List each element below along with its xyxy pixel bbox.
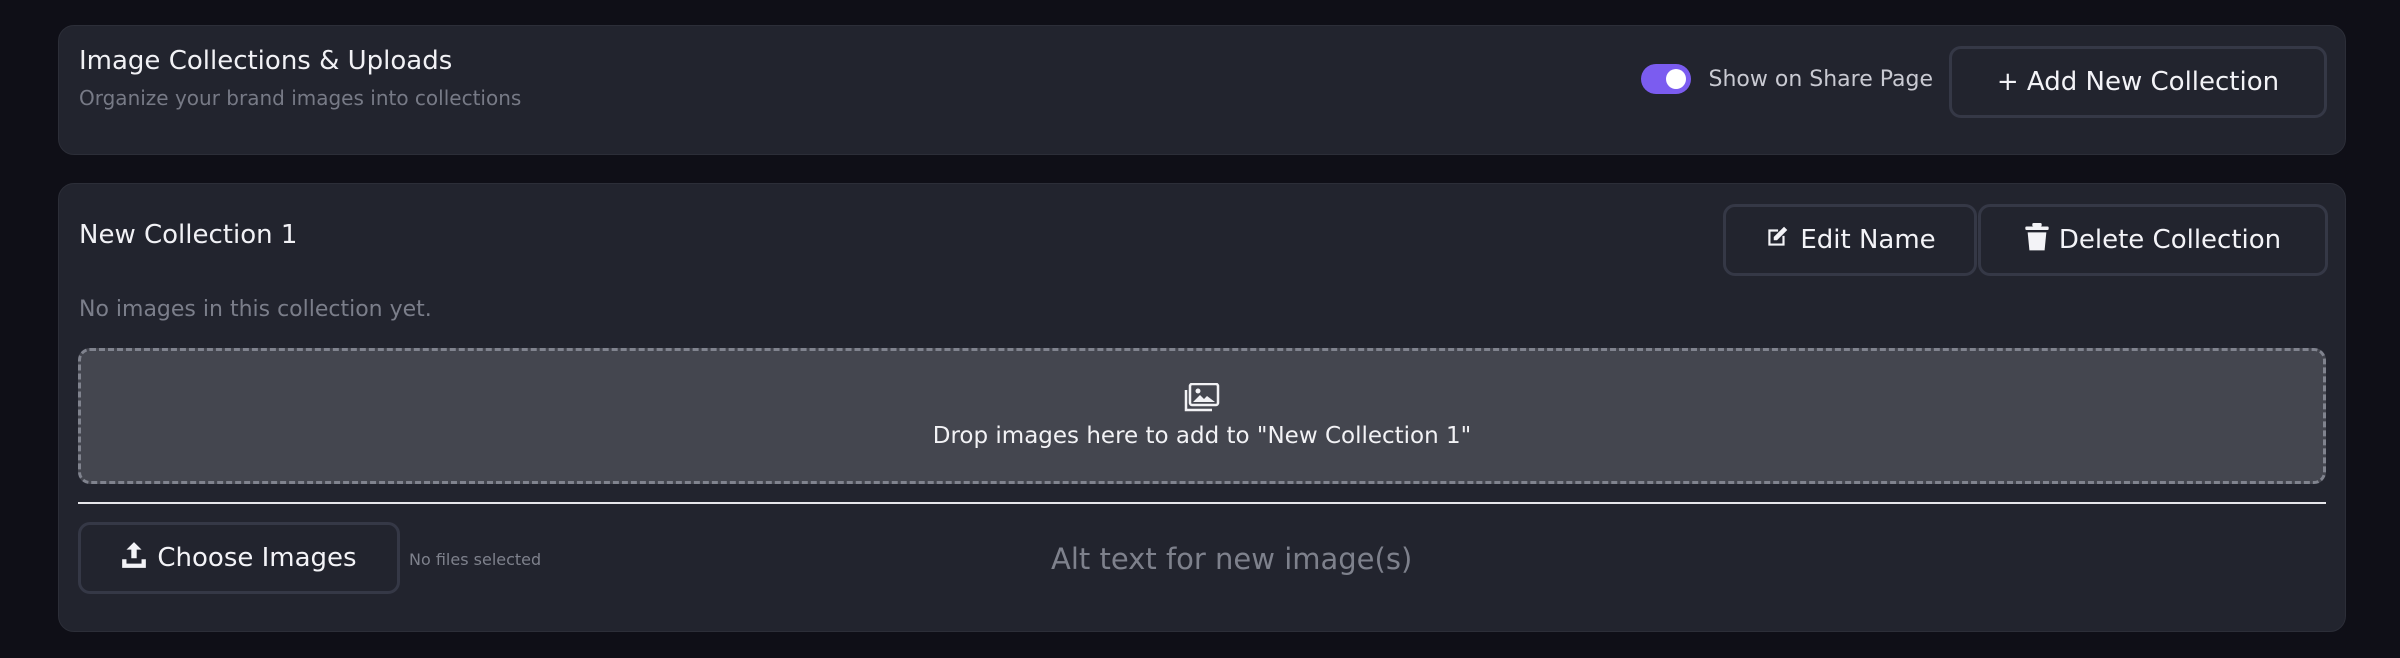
share-toggle-label: Show on Share Page xyxy=(1708,66,1934,92)
add-collection-label: + Add New Collection xyxy=(1996,67,2280,97)
trash-icon xyxy=(2025,222,2049,258)
choose-images-button[interactable]: Choose Images xyxy=(78,522,400,594)
share-toggle-group: Show on Share Page xyxy=(1640,64,1934,94)
page: Image Collections & Uploads Organize you… xyxy=(0,0,2400,658)
delete-collection-label: Delete Collection xyxy=(2058,225,2282,255)
section-subtitle: Organize your brand images into collecti… xyxy=(79,86,522,110)
share-page-toggle[interactable] xyxy=(1640,64,1691,94)
add-collection-button[interactable]: + Add New Collection xyxy=(1949,46,2327,118)
edit-name-button[interactable]: Edit Name xyxy=(1723,204,1977,276)
collection-name: New Collection 1 xyxy=(79,220,298,250)
collection-card: New Collection 1 Edit Name Delete Collec… xyxy=(58,183,2346,632)
empty-collection-message: No images in this collection yet. xyxy=(79,297,432,322)
choose-images-label: Choose Images xyxy=(157,543,357,573)
alt-text-input[interactable] xyxy=(1049,532,1513,586)
image-dropzone[interactable]: Drop images here to add to "New Collecti… xyxy=(78,348,2326,484)
no-files-status: No files selected xyxy=(409,550,542,569)
section-title: Image Collections & Uploads xyxy=(79,46,453,76)
upload-icon xyxy=(121,541,147,576)
images-icon xyxy=(1184,382,1220,417)
edit-icon xyxy=(1764,224,1790,257)
toggle-knob xyxy=(1665,69,1686,89)
divider xyxy=(78,502,2326,504)
delete-collection-button[interactable]: Delete Collection xyxy=(1978,204,2328,276)
edit-name-label: Edit Name xyxy=(1800,225,1936,255)
collections-header-card: Image Collections & Uploads Organize you… xyxy=(58,25,2346,155)
dropzone-text: Drop images here to add to "New Collecti… xyxy=(932,423,1472,449)
